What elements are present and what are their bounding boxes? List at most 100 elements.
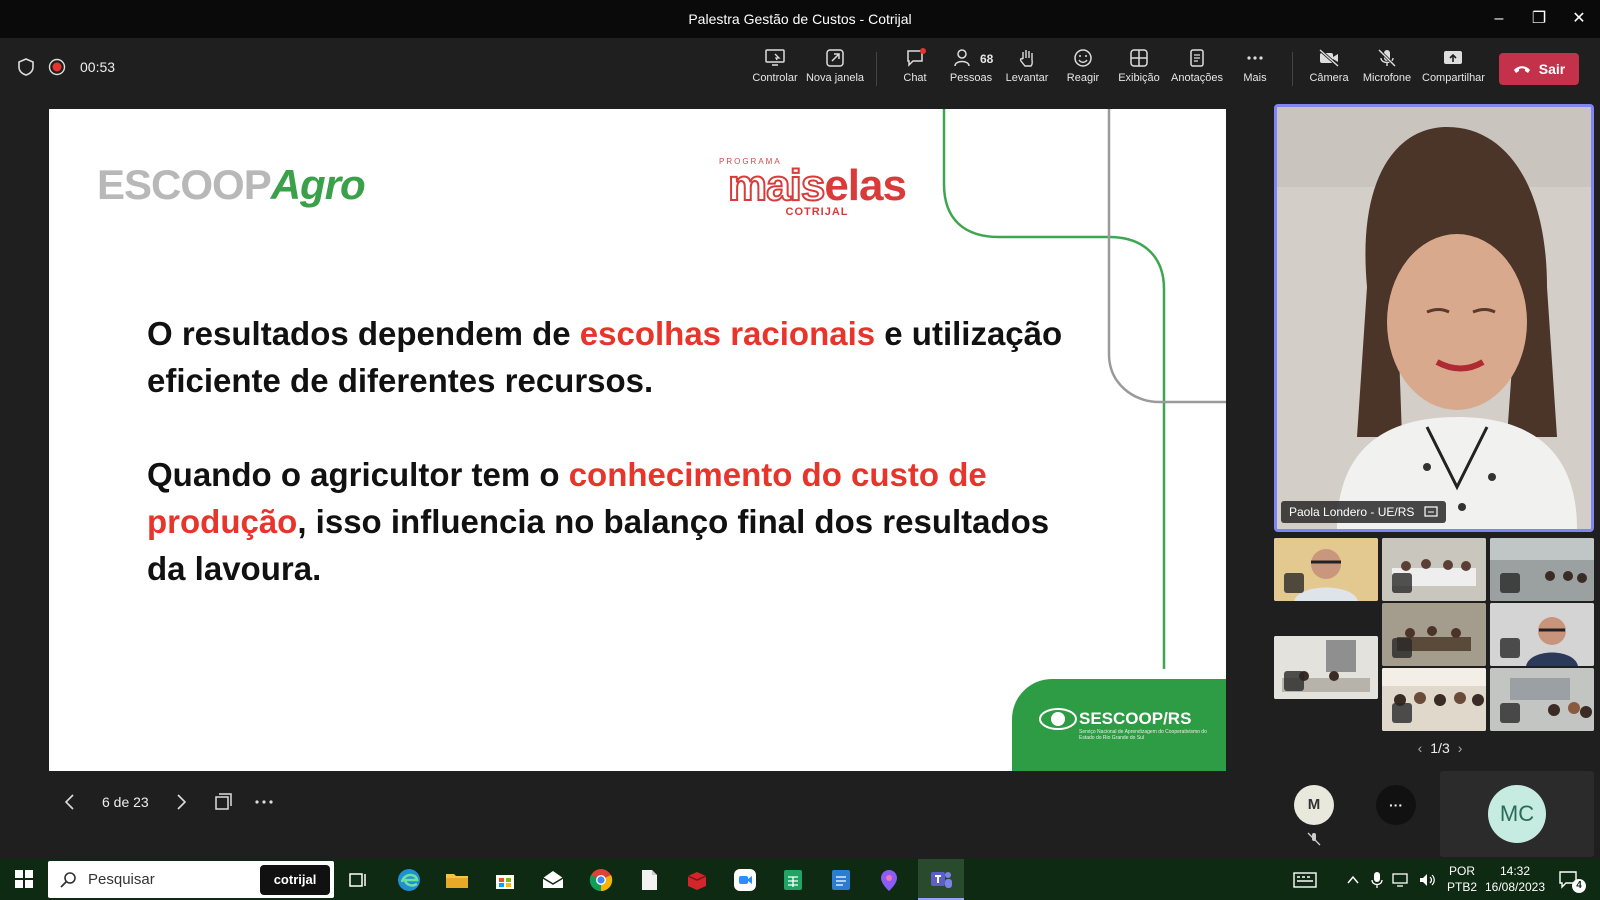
- escoop-agro-logo: ESCOOPAgro: [97, 161, 366, 209]
- search-placeholder: Pesquisar: [88, 871, 155, 888]
- app-red-box-icon[interactable]: [684, 867, 710, 893]
- document-icon[interactable]: [636, 867, 662, 893]
- shared-slide: ESCOOPAgro PROGRAMA maiselas COTRIJAL O …: [49, 109, 1226, 771]
- notes-button[interactable]: Anotações: [1166, 48, 1228, 84]
- next-slide-icon[interactable]: [171, 792, 191, 812]
- sescoop-name: SESCOOP/RS: [1079, 709, 1192, 728]
- muted-icon: [1500, 638, 1520, 658]
- mic-off-icon: [1307, 832, 1321, 846]
- spreadsheet-icon[interactable]: [780, 867, 806, 893]
- close-button[interactable]: ✕: [1568, 8, 1590, 30]
- participant-tile[interactable]: [1490, 668, 1594, 731]
- task-view-icon[interactable]: [346, 867, 372, 893]
- view-button[interactable]: Exibição: [1108, 48, 1170, 84]
- zoom-app-icon[interactable]: [732, 867, 758, 893]
- leave-button[interactable]: Sair: [1499, 53, 1579, 85]
- gallery-pager: ‹ 1/3 ›: [1400, 740, 1480, 756]
- react-label: Reagir: [1066, 72, 1100, 84]
- gallery-prev-icon[interactable]: ‹: [1418, 740, 1423, 756]
- camera-button[interactable]: Câmera: [1298, 48, 1360, 84]
- taskbar-search[interactable]: Pesquisar cotrijal: [48, 861, 334, 898]
- participant-tile[interactable]: [1490, 603, 1594, 666]
- participant-video-frame: [1277, 107, 1591, 529]
- control-button[interactable]: Controlar: [744, 48, 806, 84]
- microphone-button[interactable]: Microfone: [1356, 48, 1418, 84]
- more-label: Mais: [1243, 72, 1267, 84]
- slide-paragraph-2: Quando o agricultor tem o conhecimento d…: [147, 451, 1067, 592]
- meeting-toolbar: 00:53 Controlar Nova janela Chat 68 Pess…: [0, 38, 1600, 100]
- spotlight-name-tag: Paola Londero - UE/RS: [1281, 501, 1447, 523]
- muted-icon: [1392, 638, 1412, 658]
- people-icon: [954, 49, 970, 67]
- slide-more-icon[interactable]: [253, 792, 275, 812]
- previous-slide-icon[interactable]: [60, 792, 80, 812]
- chrome-icon[interactable]: [588, 867, 614, 893]
- window-title-bar: Palestra Gestão de Custos - Cotrijal – ❐…: [0, 0, 1600, 38]
- notes-label: Anotações: [1171, 72, 1223, 84]
- sescoop-subtitle: Serviço Nacional de Aprendizagem do Coop…: [1079, 729, 1207, 741]
- share-button[interactable]: Compartilhar: [1422, 48, 1485, 84]
- minimize-button[interactable]: –: [1488, 8, 1510, 30]
- share-screen-icon: [1444, 51, 1462, 64]
- maps-app-icon[interactable]: [876, 867, 902, 893]
- notification-center[interactable]: 4: [1558, 867, 1588, 893]
- screen-share-indicator-icon: [1424, 506, 1439, 517]
- windows-start-icon[interactable]: [14, 869, 34, 889]
- self-video-tile[interactable]: MC: [1440, 771, 1594, 857]
- participant-tile[interactable]: [1490, 538, 1594, 601]
- meeting-status: 00:53: [18, 58, 115, 76]
- slide-counter: 6 de 23: [102, 794, 149, 810]
- meeting-timer: 00:53: [80, 59, 116, 75]
- input-language[interactable]: POR PTB2: [1444, 863, 1480, 895]
- new-window-button[interactable]: Nova janela: [804, 48, 866, 84]
- keyboard-layout: PTB2: [1446, 880, 1477, 894]
- chat-icon: [907, 48, 926, 67]
- more-button[interactable]: Mais: [1224, 48, 1286, 84]
- search-highlight-badge: cotrijal: [260, 865, 330, 895]
- share-control-icon: [765, 49, 785, 66]
- file-explorer-icon[interactable]: [444, 867, 470, 893]
- muted-icon: [1284, 573, 1304, 593]
- people-button[interactable]: 68 Pessoas: [940, 48, 1002, 84]
- more-participants-button[interactable]: ···: [1376, 785, 1416, 825]
- teams-icon: [931, 872, 952, 888]
- layout-grid-icon: [1130, 49, 1148, 67]
- participant-tile[interactable]: [1274, 636, 1378, 699]
- volume-icon[interactable]: [1418, 872, 1436, 888]
- raise-hand-button[interactable]: Levantar: [996, 48, 1058, 84]
- chat-label: Chat: [903, 72, 927, 84]
- slide-grid-icon[interactable]: [213, 792, 233, 812]
- raise-hand-icon: [1019, 50, 1033, 67]
- gallery-page: 1/3: [1430, 740, 1450, 756]
- paragraph-1-highlight: escolhas racionais: [579, 315, 876, 352]
- participant-tile[interactable]: [1382, 538, 1486, 601]
- participant-avatar[interactable]: M: [1294, 785, 1334, 825]
- people-count: 68: [980, 52, 994, 66]
- edge-icon[interactable]: [396, 867, 422, 893]
- language-bar-icon[interactable]: [1292, 870, 1318, 890]
- participant-tile[interactable]: [1274, 538, 1378, 601]
- chevron-up-icon[interactable]: [1346, 873, 1360, 887]
- paragraph-1-start: O resultados dependem de: [147, 315, 580, 352]
- muted-icon: [1284, 671, 1304, 691]
- window-title: Palestra Gestão de Custos - Cotrijal: [688, 11, 912, 27]
- slide-controls: 6 de 23: [60, 790, 275, 814]
- react-button[interactable]: Reagir: [1052, 48, 1114, 84]
- clock[interactable]: 14:32 16/08/2023: [1482, 863, 1548, 895]
- gallery-next-icon[interactable]: ›: [1458, 740, 1463, 756]
- microphone-tray-icon[interactable]: [1370, 871, 1384, 889]
- participant-tile[interactable]: [1382, 603, 1486, 666]
- network-icon[interactable]: [1392, 872, 1410, 888]
- spotlight-video[interactable]: Paola Londero - UE/RS: [1274, 104, 1594, 532]
- clock-date: 16/08/2023: [1484, 880, 1546, 894]
- store-icon[interactable]: [492, 867, 518, 893]
- mail-icon[interactable]: [540, 867, 566, 893]
- word-document-icon[interactable]: [828, 867, 854, 893]
- teams-taskbar-item[interactable]: [918, 859, 964, 900]
- more-dots-icon: [1247, 56, 1263, 60]
- agro-logo-text: Agro: [270, 161, 366, 208]
- maximize-button[interactable]: ❐: [1528, 8, 1550, 30]
- participant-tile[interactable]: [1382, 668, 1486, 731]
- pop-out-icon: [826, 49, 844, 67]
- chat-button[interactable]: Chat: [884, 48, 946, 84]
